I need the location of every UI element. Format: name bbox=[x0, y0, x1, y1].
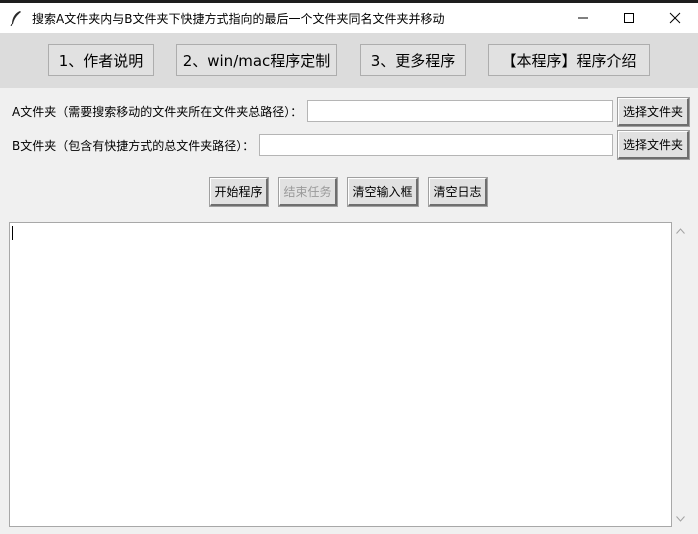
close-button[interactable] bbox=[652, 3, 698, 33]
scroll-down-icon[interactable] bbox=[672, 510, 689, 527]
top-toolbar: 1、作者说明 2、win/mac程序定制 3、更多程序 【本程序】程序介绍 bbox=[0, 33, 698, 88]
log-scrollbar[interactable] bbox=[672, 222, 689, 527]
folder-a-label: A文件夹（需要搜索移动的文件夹所在文件夹总路径）： bbox=[12, 105, 303, 119]
folder-a-input[interactable] bbox=[307, 100, 613, 122]
folder-b-label: B文件夹（包含有快捷方式的总文件夹路径）： bbox=[12, 139, 255, 153]
folder-b-input[interactable] bbox=[259, 134, 613, 156]
minimize-button[interactable] bbox=[560, 3, 606, 33]
clear-log-button[interactable]: 清空日志 bbox=[429, 178, 487, 206]
window-title: 搜索A文件夹内与B文件夹下快捷方式指向的最后一个文件夹同名文件夹并移动 bbox=[32, 11, 445, 26]
maximize-button[interactable] bbox=[606, 3, 652, 33]
start-button[interactable]: 开始程序 bbox=[210, 178, 268, 206]
more-programs-button[interactable]: 3、更多程序 bbox=[360, 44, 466, 76]
text-caret bbox=[12, 226, 13, 240]
minimize-icon bbox=[578, 17, 588, 19]
custom-program-button[interactable]: 2、win/mac程序定制 bbox=[176, 44, 337, 76]
scroll-up-icon[interactable] bbox=[672, 222, 689, 239]
log-textarea[interactable] bbox=[9, 222, 672, 527]
clear-inputs-button[interactable]: 清空输入框 bbox=[348, 178, 418, 206]
browse-folder-a-button[interactable]: 选择文件夹 bbox=[618, 98, 689, 126]
window-bottom-edge bbox=[0, 527, 698, 534]
title-bar[interactable]: 搜索A文件夹内与B文件夹下快捷方式指向的最后一个文件夹同名文件夹并移动 bbox=[0, 3, 698, 33]
feather-icon bbox=[6, 8, 26, 28]
author-info-button[interactable]: 1、作者说明 bbox=[48, 44, 154, 76]
maximize-icon bbox=[624, 13, 634, 23]
browse-folder-b-button[interactable]: 选择文件夹 bbox=[618, 131, 689, 159]
program-intro-button[interactable]: 【本程序】程序介绍 bbox=[488, 44, 650, 76]
stop-task-button[interactable]: 结束任务 bbox=[279, 178, 337, 206]
close-icon bbox=[669, 12, 681, 24]
